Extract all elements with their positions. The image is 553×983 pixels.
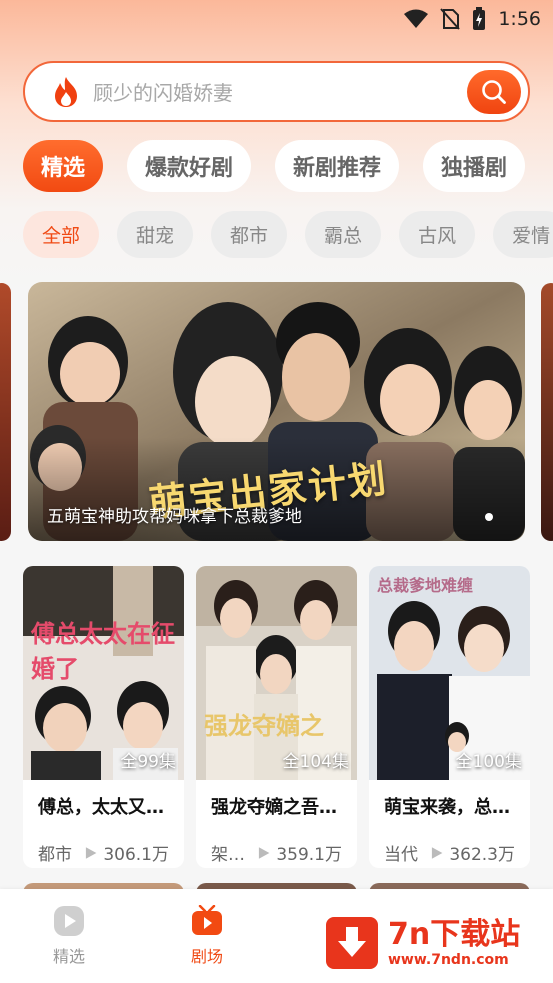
- category-urban[interactable]: 都市: [211, 211, 288, 258]
- drama-genre: 当代: [384, 845, 418, 865]
- tabs-row: 精选 爆款好剧 新剧推荐 独播剧: [23, 140, 553, 192]
- tab-new[interactable]: 新剧推荐: [275, 140, 400, 192]
- search-icon: [482, 79, 506, 104]
- banner-pager: [485, 513, 493, 521]
- no-sim-icon: [440, 8, 461, 30]
- drama-poster: 傅总太太在征婚了 全99集: [23, 566, 184, 780]
- category-ancient[interactable]: 古风: [399, 211, 476, 258]
- category-ceo[interactable]: 霸总: [305, 211, 382, 258]
- wifi-icon: [404, 9, 429, 28]
- banner-caption: 五萌宝神助攻帮妈咪拿下总裁爹地: [47, 507, 302, 527]
- status-time: 1:56: [498, 8, 541, 30]
- tab-featured[interactable]: 精选: [23, 140, 104, 192]
- watermark-url: www.7ndn.com: [388, 952, 509, 968]
- nav-featured[interactable]: 精选: [39, 905, 99, 967]
- download-arrow-icon: [326, 917, 378, 969]
- battery-charging-icon: [473, 7, 486, 30]
- drama-title: 傅总，太太又…: [38, 797, 164, 817]
- nav-theater[interactable]: 剧场: [177, 905, 237, 967]
- play-count-icon: [258, 846, 270, 859]
- drama-title: 萌宝来袭，总…: [384, 797, 510, 817]
- tab-exclusive[interactable]: 独播剧: [423, 140, 526, 192]
- drama-title: 强龙夺嫡之吾…: [211, 797, 337, 817]
- drama-card[interactable]: 傅总太太在征婚了 全99集 傅总，太太又… 都市 306.1万: [23, 566, 184, 868]
- drama-card[interactable]: 强龙夺嫡之 全104集 强龙夺嫡之吾… 架… 359.1万: [196, 566, 357, 868]
- watermark: 7n下载站 www.7ndn.com: [326, 912, 547, 974]
- pager-dot-active: [485, 513, 493, 521]
- category-romance[interactable]: 爱情: [493, 211, 553, 258]
- banner-prev-peek[interactable]: [0, 283, 11, 541]
- drama-card[interactable]: 总裁爹地难缠 全100集 萌宝来袭，总… 当代 362.3万: [369, 566, 530, 868]
- drama-poster: 总裁爹地难缠 全100集: [369, 566, 530, 780]
- watermark-title: 7n下载站: [388, 917, 521, 952]
- tab-hot[interactable]: 爆款好剧: [127, 140, 252, 192]
- poster-title: 总裁爹地难缠: [377, 576, 474, 595]
- view-count: 359.1万: [276, 845, 342, 865]
- episode-count: 全100集: [455, 752, 522, 772]
- view-count: 362.3万: [449, 845, 515, 865]
- drama-genre: 架…: [211, 845, 245, 865]
- play-circle-icon: [54, 906, 84, 936]
- search-bar[interactable]: 顾少的闪婚娇妻: [23, 61, 530, 122]
- nav-theater-label: 剧场: [190, 947, 223, 966]
- poster-title: 强龙夺嫡之: [204, 711, 324, 740]
- episode-count: 全104集: [282, 752, 349, 772]
- status-bar: 1:56: [0, 0, 553, 38]
- drama-genre: 都市: [38, 845, 72, 865]
- search-button[interactable]: [467, 69, 521, 114]
- category-row: 全部 甜宠 都市 霸总 古风 爱情: [23, 211, 553, 258]
- tv-icon: [192, 905, 222, 935]
- drama-poster: 强龙夺嫡之 全104集: [196, 566, 357, 780]
- episode-count: 全99集: [120, 752, 176, 772]
- poster-title: 傅总太太在征婚了: [31, 619, 175, 683]
- category-sweet[interactable]: 甜宠: [117, 211, 194, 258]
- play-count-icon: [85, 846, 97, 859]
- nav-featured-label: 精选: [52, 947, 85, 966]
- play-count-icon: [431, 846, 443, 859]
- category-all[interactable]: 全部: [23, 211, 100, 258]
- featured-banner[interactable]: 萌宝出家计划 五萌宝神助攻帮妈咪拿下总裁爹地: [28, 282, 525, 541]
- view-count: 306.1万: [103, 845, 169, 865]
- banner-next-peek[interactable]: [541, 283, 553, 541]
- flame-icon: [55, 76, 77, 107]
- search-input[interactable]: 顾少的闪婚娇妻: [93, 77, 467, 106]
